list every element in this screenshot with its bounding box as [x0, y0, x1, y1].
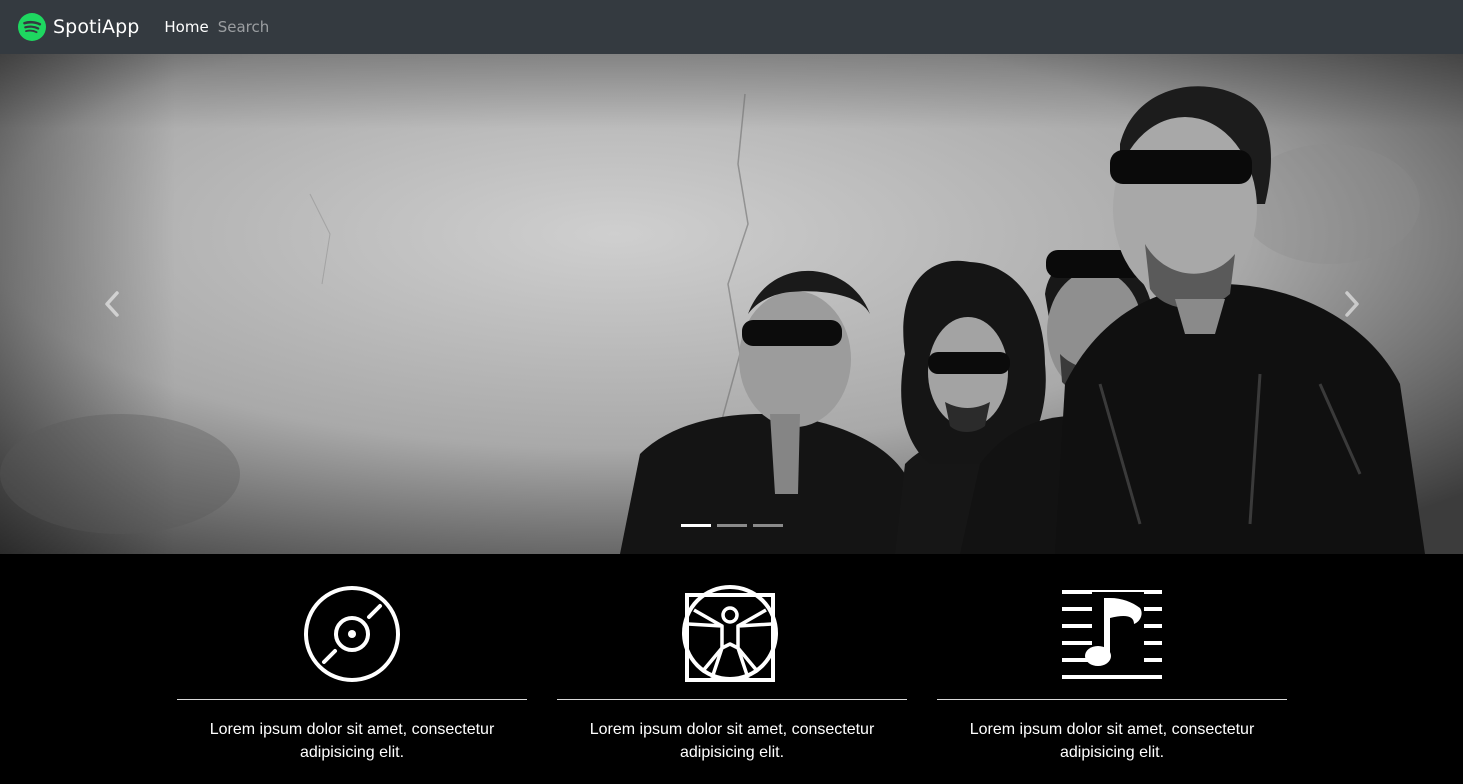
music-sheet-icon — [1062, 590, 1162, 679]
feature-text: Lorem ipsum dolor sit amet, consectetur … — [589, 721, 875, 761]
hero-carousel — [0, 54, 1463, 554]
feature-divider — [937, 699, 1287, 700]
carousel-prev-button[interactable] — [92, 284, 132, 324]
vitruvian-man-icon — [682, 585, 778, 682]
navbar: SpotiApp Home Search — [0, 0, 1463, 54]
carousel-indicator-3[interactable] — [753, 524, 783, 527]
chevron-right-icon — [1345, 291, 1359, 317]
feature-divider — [557, 699, 907, 700]
feature-card: Lorem ipsum dolor sit amet, consectetur … — [177, 554, 527, 784]
carousel-indicator-1[interactable] — [681, 524, 711, 527]
band-photo — [0, 54, 1463, 554]
carousel-next-button[interactable] — [1332, 284, 1372, 324]
brand-name: SpotiApp — [53, 16, 140, 38]
nav-link-search[interactable]: Search — [218, 18, 270, 36]
feature-card: Lorem ipsum dolor sit amet, consectetur … — [557, 554, 907, 784]
feature-divider — [177, 699, 527, 700]
feature-text: Lorem ipsum dolor sit amet, consectetur … — [969, 721, 1255, 761]
carousel-indicators — [681, 524, 789, 527]
feature-card: Lorem ipsum dolor sit amet, consectetur … — [937, 554, 1287, 784]
nav-link-home[interactable]: Home — [164, 18, 208, 36]
spotify-logo-icon — [18, 13, 46, 41]
carousel-indicator-2[interactable] — [717, 524, 747, 527]
brand-link[interactable]: SpotiApp — [18, 13, 139, 41]
chevron-left-icon — [105, 291, 119, 317]
feature-text: Lorem ipsum dolor sit amet, consectetur … — [209, 721, 495, 761]
features-section: Lorem ipsum dolor sit amet, consectetur … — [0, 554, 1463, 784]
nav-links: Home Search — [164, 18, 278, 36]
vinyl-record-icon — [304, 586, 400, 682]
